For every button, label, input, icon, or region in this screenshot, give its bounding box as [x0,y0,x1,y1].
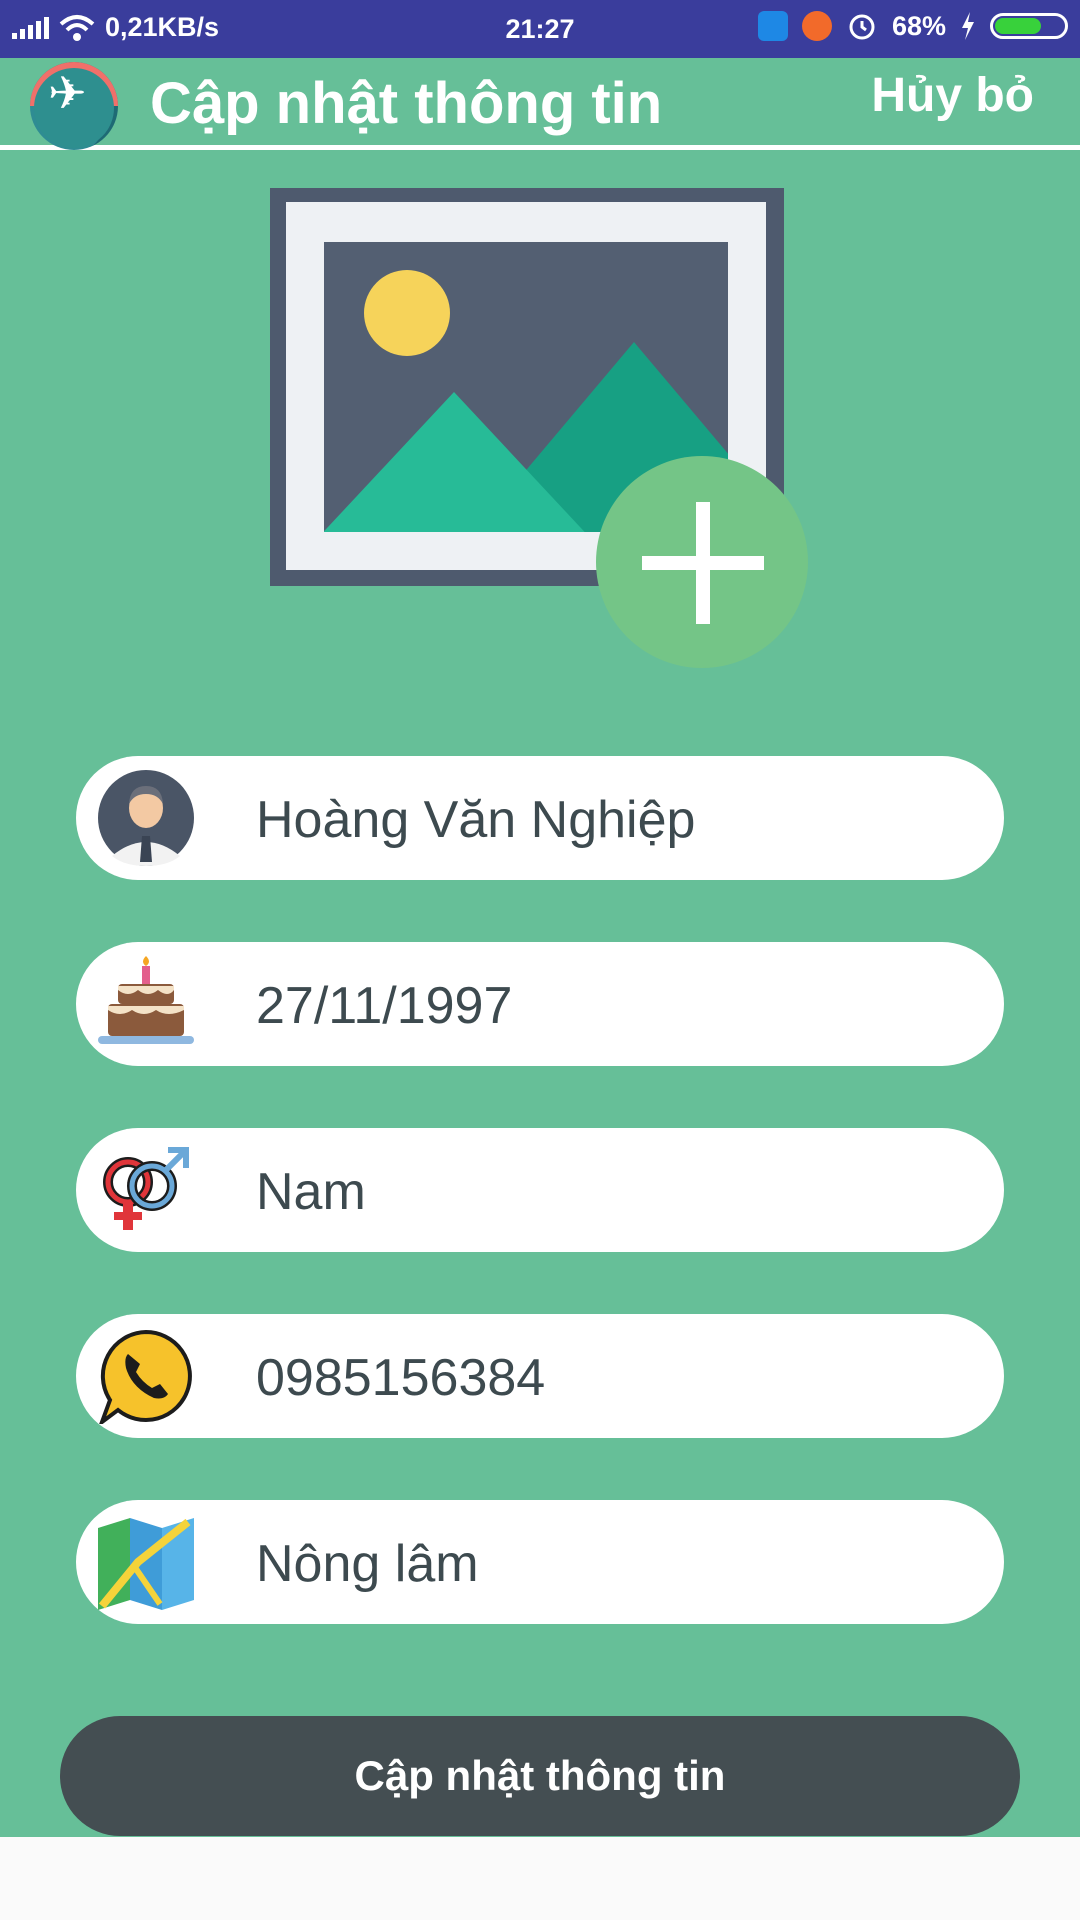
map-icon [98,1518,194,1610]
birthday-field[interactable]: 27/11/1997 [76,942,1004,1066]
phone-icon [99,1329,192,1424]
video-app-icon [801,11,832,41]
charging-icon [962,12,974,40]
battery-icon [990,13,1068,39]
gender-field[interactable]: Nam [76,1128,1004,1252]
gender-symbol-icon [103,1147,189,1230]
battery-percent: 68% [891,10,946,41]
plus-icon [596,456,808,668]
address-value: Nông lâm [256,1535,479,1593]
gender-value: Nam [256,1163,366,1221]
update-info-button[interactable]: Cập nhật thông tin [60,1716,1020,1836]
battery-fill [995,18,1042,34]
app-logo-icon: ✈ [30,62,118,150]
phone-value: 0985156384 [256,1349,546,1407]
birthday-cake-icon [98,956,194,1044]
page-title: Cập nhật thông tin [150,71,663,136]
name-field[interactable]: Hoàng Văn Nghiệp [76,756,1004,880]
cancel-button[interactable]: Hủy bỏ [871,68,1034,123]
status-bar-right: 68% [757,10,1068,42]
birthday-value: 27/11/1997 [256,977,513,1035]
alarm-icon [849,14,875,40]
app-bar: ✈ Cập nhật thông tin Hủy bỏ [0,58,1080,150]
add-photo-button[interactable] [270,188,810,668]
status-bar: 0,21KB/s 21:27 68% [0,0,1080,58]
messenger-icon [757,11,788,41]
address-field[interactable]: Nông lâm [76,1500,1004,1624]
user-avatar-icon [98,770,194,866]
name-value: Hoàng Văn Nghiệp [256,791,696,849]
form-container: Hoàng Văn Nghiệp 27/11/1997 Nam 09851563… [0,150,1080,1837]
phone-field[interactable]: 0985156384 [76,1314,1004,1438]
